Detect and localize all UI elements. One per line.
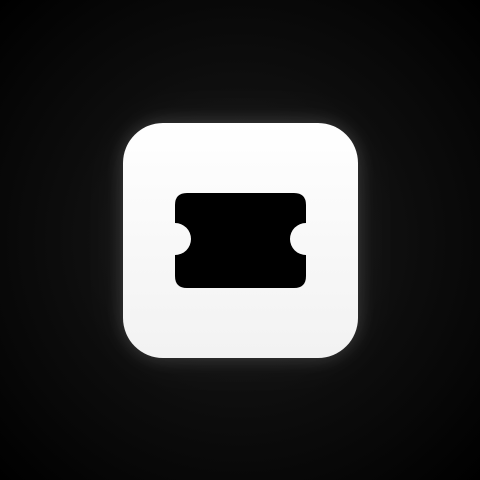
ticket-icon	[173, 193, 308, 288]
ticket-app-icon[interactable]	[123, 123, 358, 358]
wallpaper	[0, 0, 480, 480]
